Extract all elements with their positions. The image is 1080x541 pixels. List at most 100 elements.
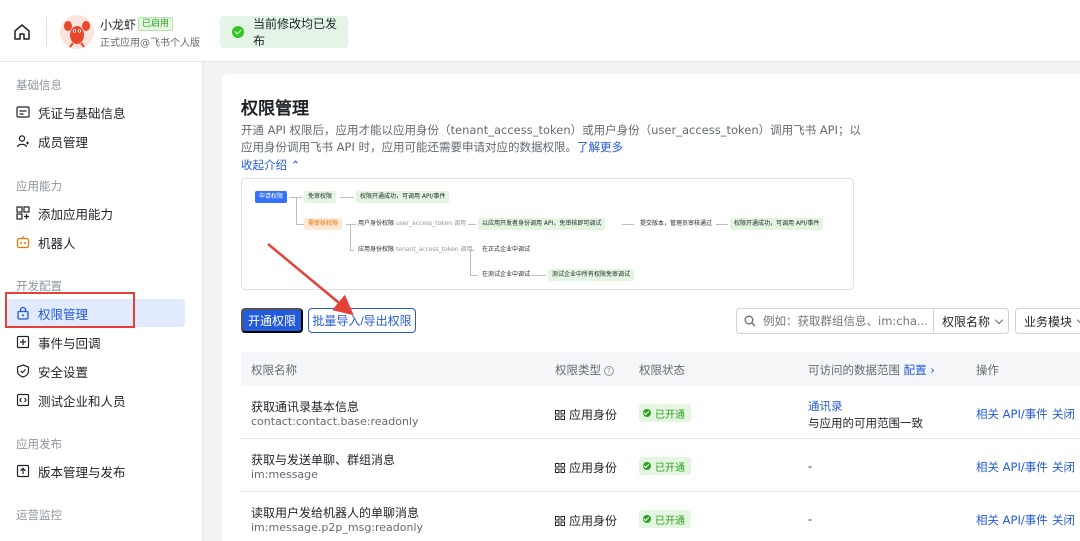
- flow-tenant-token: tenant_access_token: [395, 246, 459, 253]
- app-subtitle: 正式应用@飞书个人版: [100, 38, 200, 49]
- column-header: 权限状态: [639, 363, 685, 377]
- column-header: 权限类型?: [555, 362, 614, 378]
- permission-name: 获取与发送单聊、群组消息: [251, 453, 396, 467]
- flow-no-review-result: 权限开通成功，可调用 API/事件: [356, 191, 450, 203]
- permission-type-label: 应用身份: [569, 408, 618, 422]
- flow-need-review: 需审核权限: [304, 218, 343, 230]
- sidebar-item-events[interactable]: 事件与回调: [6, 328, 185, 356]
- home-icon[interactable]: [12, 22, 32, 42]
- check-circle-icon: [643, 515, 651, 523]
- close-permission-link[interactable]: 关闭: [1052, 459, 1075, 475]
- flow-connector: [350, 224, 351, 250]
- column-header-label: 可访问的数据范围: [808, 363, 900, 377]
- sidebar-item-members[interactable]: 成员管理: [6, 127, 185, 155]
- configure-scope-link[interactable]: 配置 ›: [904, 363, 935, 377]
- scope-text: -: [808, 512, 813, 526]
- status-label: 已开通: [655, 515, 685, 527]
- sidebar-item-label: 成员管理: [38, 134, 89, 150]
- scope-text: 与应用的可用范围一致: [808, 416, 923, 430]
- status-label: 已开通: [655, 409, 685, 421]
- scope-text: -: [808, 459, 813, 473]
- sidebar-item-test-enterprise[interactable]: 测试企业和人员: [6, 386, 185, 414]
- permission-flow-diagram: 申请权限 免审权限 权限开通成功，可调用 API/事件 需审核权限 用户身份权限…: [241, 178, 854, 290]
- flow-connector: [296, 197, 297, 225]
- check-circle-icon: [232, 26, 244, 38]
- plus-square-icon: [16, 335, 30, 349]
- flow-user-identity-label: 用户身份权限: [358, 220, 395, 227]
- related-api-link[interactable]: 相关 API/事件: [976, 459, 1048, 475]
- flow-connector: [622, 224, 634, 225]
- permission-code: contact:contact.base:readonly: [251, 415, 419, 428]
- sidebar-section-title: 基础信息: [16, 78, 62, 92]
- column-header: 权限名称: [251, 363, 297, 377]
- flow-user-token: user_access_token: [395, 220, 453, 227]
- publish-status-text: 当前修改均已发布: [253, 17, 338, 48]
- shield-icon: [16, 364, 30, 378]
- search-icon: [744, 315, 756, 327]
- scope-link[interactable]: 通讯录: [808, 398, 843, 414]
- user-icon: [16, 135, 29, 148]
- robot-icon: [16, 236, 30, 249]
- sidebar-item-label: 事件与回调: [38, 335, 101, 351]
- sidebar-item-add-capability[interactable]: 添加应用能力: [6, 199, 185, 227]
- filter-field-select[interactable]: 权限名称: [933, 308, 1009, 334]
- sidebar-item-credentials[interactable]: 凭证与基础信息: [6, 98, 185, 126]
- close-permission-link[interactable]: 关闭: [1052, 512, 1075, 528]
- column-header: 可访问的数据范围 配置 ›: [808, 362, 935, 378]
- app-status-badge: 已启用: [138, 17, 174, 31]
- grid-icon: [555, 515, 565, 526]
- collapse-intro-link[interactable]: 收起介绍 ⌃: [241, 157, 300, 173]
- flow-connector: [532, 275, 546, 276]
- help-icon[interactable]: ?: [604, 366, 614, 376]
- sidebar-item-bot[interactable]: 机器人: [6, 228, 185, 256]
- code-icon: [16, 393, 30, 407]
- flow-connector: [296, 224, 304, 225]
- status-badge: 已开通: [639, 457, 691, 475]
- status-label: 已开通: [655, 462, 685, 474]
- flow-connector: [470, 250, 471, 275]
- table-header: 权限名称 权限类型? 权限状态 可访问的数据范围 配置 › 操作: [241, 352, 1080, 386]
- sidebar-item-label: 添加应用能力: [38, 206, 114, 222]
- flow-connector: [468, 224, 476, 225]
- permission-code: im:message.p2p_msg:readonly: [251, 521, 424, 534]
- sidebar-item-label: 版本管理与发布: [38, 464, 126, 480]
- related-api-link[interactable]: 相关 API/事件: [976, 512, 1048, 528]
- flow-apply: 申请权限: [255, 191, 288, 203]
- table-row: 获取与发送单聊、群组消息 im:message 应用身份 已开通 - 相关 AP…: [241, 439, 1080, 492]
- id-card-icon: [16, 106, 30, 118]
- permission-type: 应用身份: [555, 406, 617, 423]
- flow-dev-call: 以应用开发者身份调用 API，免审核即可调试: [478, 218, 606, 230]
- configure-label: 配置: [903, 363, 927, 377]
- flow-connector: [470, 275, 478, 276]
- status-badge: 已开通: [639, 510, 691, 528]
- column-header-label: 权限类型: [555, 363, 601, 377]
- flow-review-result: 权限开通成功，可调用 API/事件: [730, 218, 824, 230]
- related-api-link[interactable]: 相关 API/事件: [976, 406, 1048, 422]
- app-name: 小龙虾: [100, 18, 137, 32]
- close-permission-link[interactable]: 关闭: [1052, 406, 1075, 422]
- check-circle-icon: [643, 409, 651, 417]
- publish-status-banner: 当前修改均已发布: [220, 16, 348, 48]
- flow-app-identity-label: 应用身份权限: [358, 246, 395, 253]
- learn-more-link[interactable]: 了解更多: [577, 140, 623, 154]
- business-module-select[interactable]: 业务模块: [1015, 308, 1080, 334]
- grid-icon: [555, 462, 565, 473]
- check-circle-icon: [643, 462, 651, 470]
- description-text: 开通 API 权限后，应用才能以应用身份（tenant_access_token…: [241, 123, 861, 154]
- sidebar-item-security[interactable]: 安全设置: [6, 357, 185, 385]
- app-avatar[interactable]: [60, 15, 94, 49]
- batch-import-export-button[interactable]: 批量导入/导出权限: [308, 308, 416, 333]
- upload-icon: [16, 464, 30, 478]
- open-permission-button[interactable]: 开通权限: [241, 308, 303, 333]
- search-input[interactable]: [736, 308, 934, 334]
- permission-name: 获取通讯录基本信息: [251, 400, 360, 414]
- sidebar-item-versions[interactable]: 版本管理与发布: [6, 457, 185, 485]
- permission-code: im:message: [251, 468, 318, 481]
- sidebar-section-title: 应用发布: [16, 437, 62, 451]
- business-module-label: 业务模块: [1024, 314, 1073, 329]
- main-content-card: 权限管理 开通 API 权限后，应用才能以应用身份（tenant_access_…: [222, 74, 1080, 541]
- sidebar-section-title: 运营监控: [16, 508, 62, 522]
- flow-no-review: 免审权限: [304, 191, 337, 203]
- grid-icon: [555, 409, 565, 420]
- flow-call-label: 调用: [453, 220, 466, 227]
